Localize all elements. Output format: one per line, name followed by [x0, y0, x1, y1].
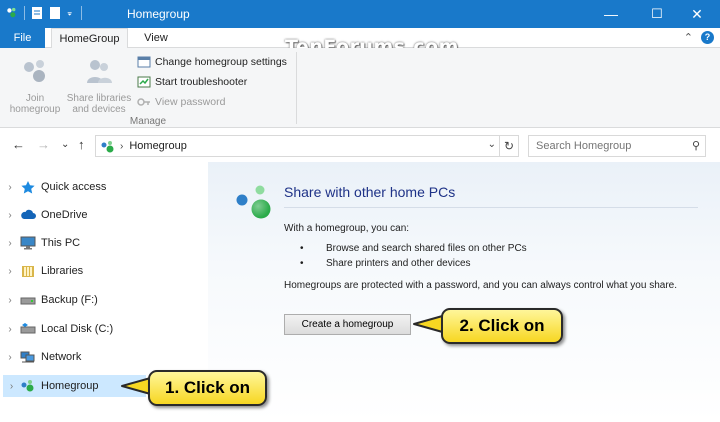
up-button[interactable]: ↑ — [78, 137, 85, 152]
ribbon-panel: Join homegroup Share libraries and devic… — [0, 48, 720, 128]
tab-file[interactable]: File — [0, 28, 45, 48]
nav-item-label: This PC — [41, 237, 81, 249]
expand-arrow[interactable]: › — [0, 266, 20, 277]
protected-info-text: Homegroups are protected with a password… — [284, 280, 677, 291]
share-libraries-button[interactable]: Share libraries and devices — [66, 56, 132, 115]
group-separator — [296, 52, 297, 124]
view-password-button[interactable]: View password — [137, 94, 225, 110]
join-homegroup-label: Join homegroup — [9, 93, 61, 115]
share-users-icon — [87, 60, 112, 83]
expand-arrow[interactable]: › — [0, 182, 20, 193]
search-box: ⚲ — [528, 135, 706, 157]
nav-item-label: Local Disk (C:) — [41, 323, 114, 335]
change-homegroup-settings-button[interactable]: Change homegroup settings — [137, 54, 287, 70]
homegroup-icon — [101, 140, 114, 152]
monitor-icon — [20, 236, 36, 250]
separator — [81, 6, 82, 20]
nav-item-onedrive[interactable]: › OneDrive — [0, 204, 208, 226]
share-libraries-label: Share libraries and devices — [66, 93, 132, 115]
quick-access-toolbar — [6, 6, 82, 20]
nav-item-label: Homegroup — [41, 380, 99, 392]
homegroup-join-icon — [24, 60, 45, 82]
start-troubleshooter-label: Start troubleshooter — [155, 76, 248, 88]
settings-window-icon — [137, 56, 151, 68]
refresh-button[interactable]: ↻ — [499, 136, 518, 156]
star-icon — [21, 181, 35, 194]
expand-arrow[interactable]: › — [0, 238, 20, 249]
search-icon[interactable]: ⚲ — [692, 139, 700, 152]
nav-item-local-disk[interactable]: › Local Disk (C:) — [0, 318, 208, 340]
homegroup-logo-icon — [236, 185, 271, 219]
customize-qat-icon[interactable] — [67, 6, 75, 20]
heading-divider — [284, 207, 698, 208]
properties-icon[interactable] — [31, 6, 43, 20]
forward-button[interactable]: → — [37, 137, 50, 152]
homegroup-app-icon — [7, 7, 16, 18]
network-icon — [20, 351, 35, 363]
nav-item-label: OneDrive — [41, 209, 88, 221]
homegroup-icon — [21, 380, 34, 392]
callout-step-2: 2. Click on — [441, 308, 563, 344]
list-item: • Share printers and other devices — [300, 258, 471, 269]
expand-arrow[interactable]: › — [0, 324, 20, 335]
tab-homegroup[interactable]: HomeGroup — [51, 28, 128, 49]
bullet-text: Share printers and other devices — [326, 258, 471, 269]
create-homegroup-button[interactable]: Create a homegroup — [284, 314, 411, 335]
nav-item-libraries[interactable]: › Libraries — [0, 260, 208, 282]
view-password-label: View password — [155, 96, 226, 108]
start-troubleshooter-button[interactable]: Start troubleshooter — [137, 74, 247, 90]
new-folder-icon[interactable] — [49, 6, 61, 20]
drive-icon — [20, 323, 36, 334]
address-row: ← → ⌄ ↑ › Homegroup ⌄ ↻ ⚲ — [0, 133, 720, 159]
collapse-ribbon-icon[interactable]: ⌃ — [684, 31, 693, 44]
change-homegroup-settings-label: Change homegroup settings — [155, 56, 287, 68]
expand-arrow[interactable]: › — [0, 295, 20, 306]
list-item: • Browse and search shared files on other… — [300, 243, 527, 254]
separator — [24, 6, 25, 20]
nav-item-network[interactable]: › Network — [0, 346, 208, 368]
join-homegroup-button[interactable]: Join homegroup — [6, 56, 64, 115]
title-bar: Homegroup — ☐ ✕ — [0, 0, 720, 28]
bullet-glyph: • — [300, 258, 304, 269]
key-icon — [137, 98, 150, 106]
nav-item-label: Network — [41, 351, 82, 363]
close-button[interactable]: ✕ — [674, 0, 720, 28]
help-icon[interactable]: ? — [701, 31, 714, 44]
bullet-text: Browse and search shared files on other … — [326, 243, 527, 254]
back-button[interactable]: ← — [12, 137, 25, 152]
nav-item-this-pc[interactable]: › This PC — [0, 232, 208, 254]
nav-item-backup-drive[interactable]: › Backup (F:) — [0, 289, 208, 311]
expand-arrow[interactable]: › — [3, 381, 20, 392]
expand-arrow[interactable]: › — [0, 210, 20, 221]
page-heading: Share with other home PCs — [284, 184, 456, 200]
search-input[interactable] — [536, 140, 684, 152]
nav-item-label: Quick access — [41, 181, 107, 193]
nav-item-quick-access[interactable]: › Quick access — [0, 176, 208, 198]
intro-text: With a homegroup, you can: — [284, 223, 410, 234]
recent-locations-button[interactable]: ⌄ — [61, 139, 69, 150]
ribbon-right-controls: ⌃ ? — [684, 31, 714, 44]
window-title: Homegroup — [127, 7, 190, 21]
breadcrumb-separator: › — [120, 140, 124, 152]
address-dropdown-button[interactable]: ⌄ — [488, 139, 496, 150]
bullet-glyph: • — [300, 243, 304, 254]
nav-item-label: Libraries — [41, 265, 84, 277]
troubleshooter-icon — [137, 76, 151, 88]
cloud-icon — [21, 209, 36, 219]
breadcrumb-homegroup[interactable]: Homegroup — [129, 140, 186, 152]
library-icon — [22, 266, 34, 277]
tab-view[interactable]: View — [133, 28, 179, 48]
callout-step-1: 1. Click on — [148, 370, 267, 406]
minimize-button[interactable]: — — [588, 0, 634, 28]
content-pane — [208, 162, 720, 422]
drive-icon — [20, 297, 36, 305]
manage-group-label: Manage — [129, 116, 167, 127]
address-bar[interactable]: › Homegroup ⌄ ↻ — [95, 135, 519, 157]
expand-arrow[interactable]: › — [0, 352, 20, 363]
nav-item-label: Backup (F:) — [41, 294, 98, 306]
